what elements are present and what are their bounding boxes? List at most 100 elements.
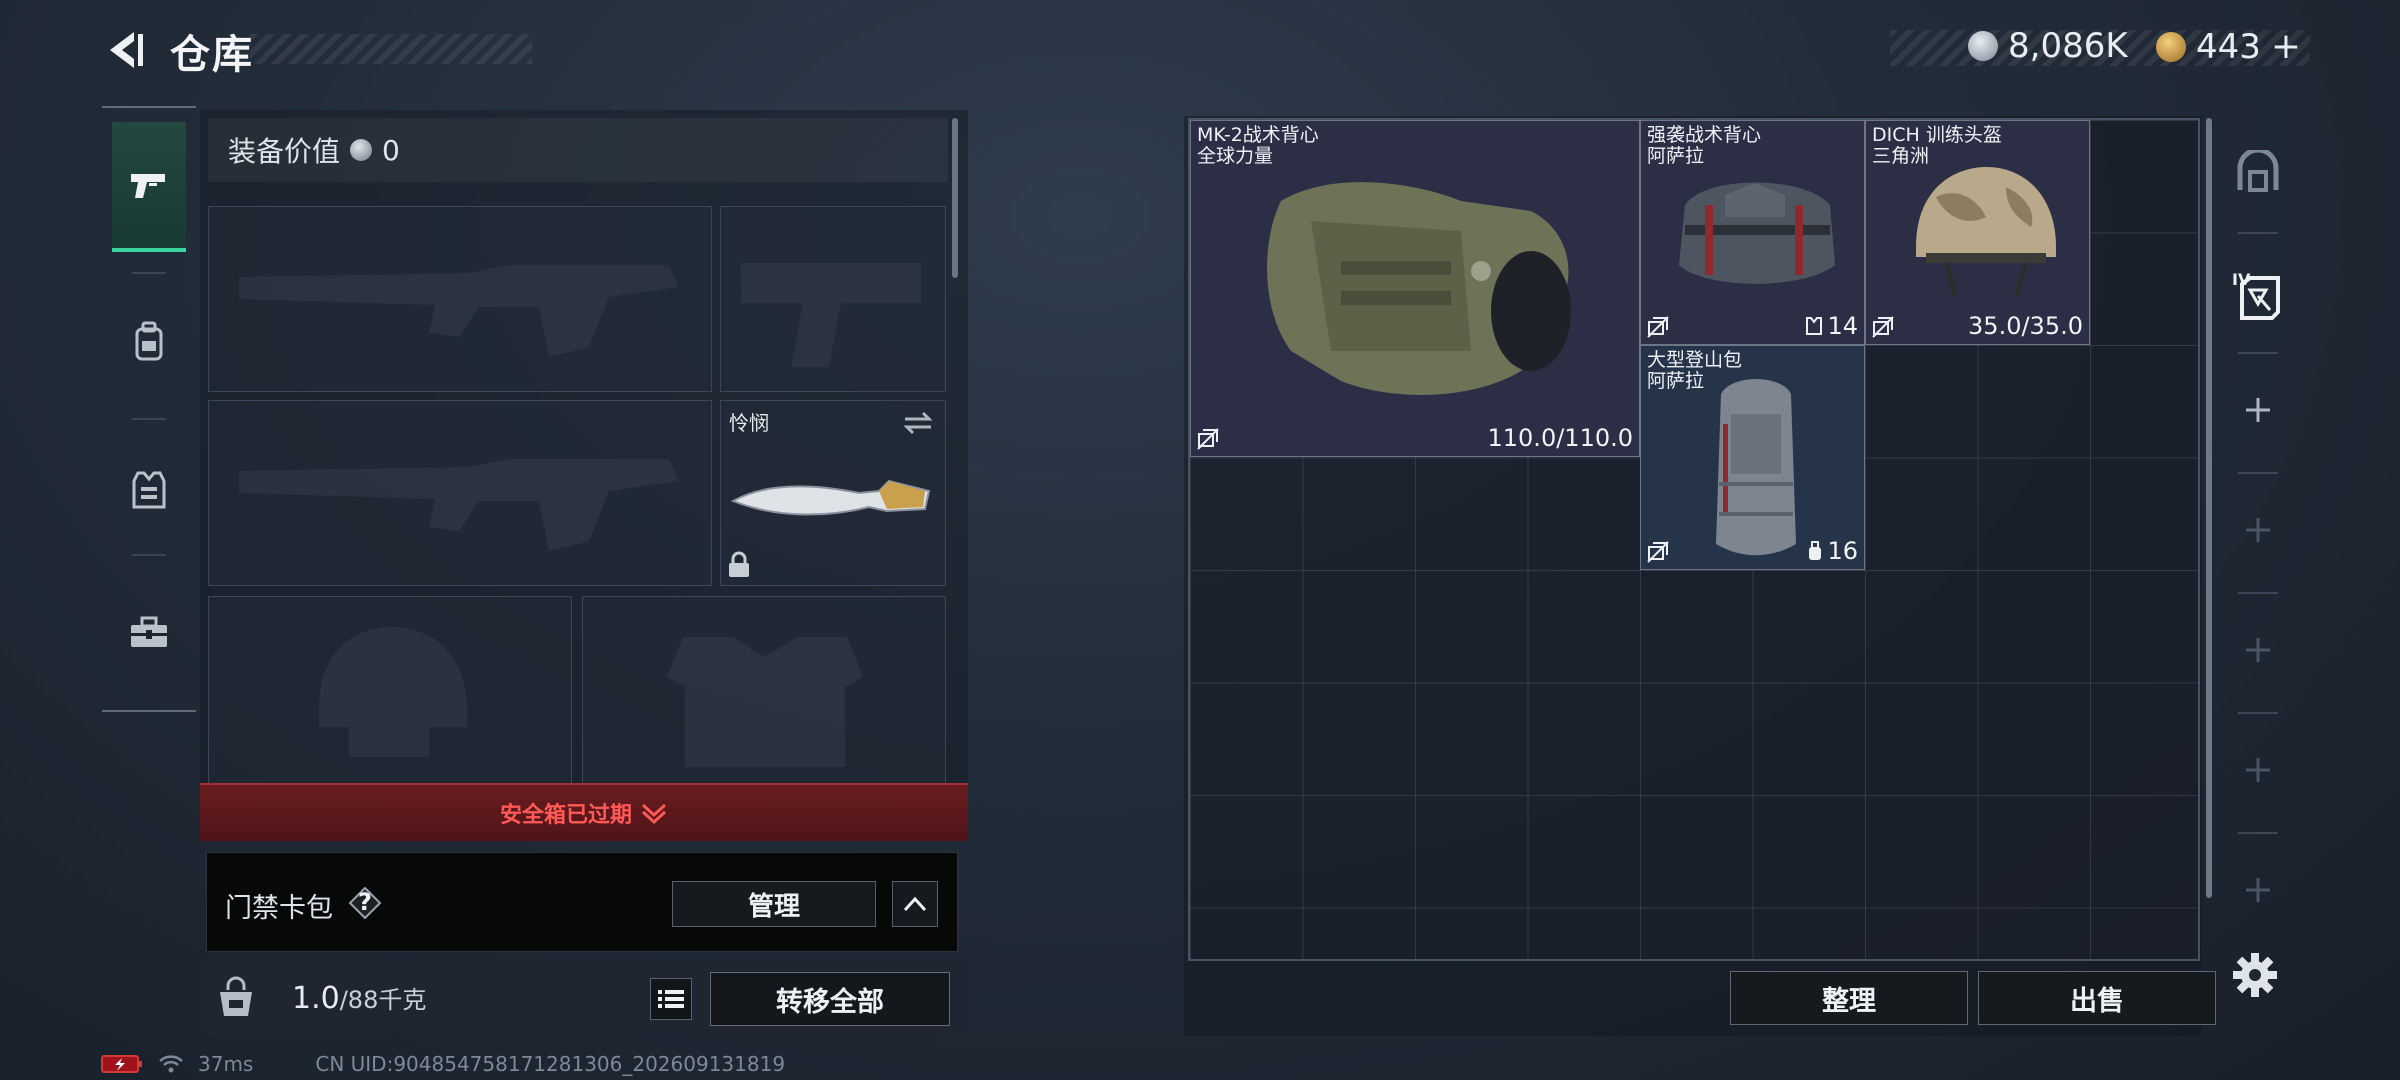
item-brand: 全球力量 bbox=[1197, 145, 1274, 167]
gold-currency-amount: 443 bbox=[2196, 26, 2261, 67]
backpack-icon bbox=[135, 321, 163, 361]
ping-value: 37ms bbox=[198, 1052, 254, 1076]
equipment-value-amount: 0 bbox=[382, 133, 400, 167]
pistol-silhouette-icon bbox=[741, 263, 921, 367]
storage-scrollbar[interactable] bbox=[2206, 118, 2212, 898]
weight-max: /88千克 bbox=[339, 986, 427, 1014]
swap-icon[interactable] bbox=[901, 409, 935, 437]
pistol-icon bbox=[131, 174, 165, 198]
settings-gear-icon[interactable] bbox=[2232, 952, 2278, 998]
safebox-expired-banner[interactable]: 安全箱已过期 bbox=[200, 783, 968, 841]
title-decoration bbox=[250, 34, 532, 64]
help-icon[interactable]: ? bbox=[348, 886, 382, 920]
add-container-icon[interactable] bbox=[2242, 514, 2274, 546]
tab-supplies[interactable] bbox=[112, 568, 186, 698]
sort-button[interactable]: 整理 bbox=[1730, 971, 1968, 1025]
storage-item[interactable]: DICH 训练头盔 三角洲 35.0/35.0 bbox=[1865, 120, 2090, 345]
chevron-up-icon bbox=[903, 896, 927, 912]
weight-current: 1.0 bbox=[292, 981, 340, 1016]
chevron-down-icon bbox=[641, 803, 667, 825]
silver-currency: 8,086K bbox=[1968, 26, 2128, 66]
storage-box-icon bbox=[2240, 276, 2280, 320]
status-bar: 37ms CN UID:904854758171281306_202609131… bbox=[100, 1052, 785, 1076]
item-brand: 三角洲 bbox=[1872, 145, 1930, 167]
container-level-tab[interactable]: IV bbox=[2232, 270, 2284, 320]
helmet-image bbox=[1916, 167, 2056, 298]
silver-currency-amount: 8,086K bbox=[2008, 26, 2128, 66]
helmet-slot[interactable] bbox=[208, 596, 572, 786]
equipment-value-label: 装备价值 bbox=[228, 135, 341, 168]
back-arrow-icon bbox=[110, 32, 143, 68]
add-container-icon[interactable] bbox=[2242, 634, 2274, 666]
storage-item[interactable]: 强袭战术背心 阿萨拉 14 bbox=[1640, 120, 1865, 345]
item-name: 大型登山包 bbox=[1647, 349, 1743, 371]
item-capacity: 16 bbox=[1827, 537, 1858, 565]
vault-icon[interactable] bbox=[2236, 150, 2280, 194]
no-trade-icon bbox=[1647, 541, 1669, 563]
no-trade-icon bbox=[1197, 428, 1219, 450]
loadout-scrollbar[interactable] bbox=[952, 118, 958, 278]
item-brand: 阿萨拉 bbox=[1647, 145, 1705, 167]
weight-readout: 1.0/88千克 bbox=[292, 980, 426, 1016]
add-container-icon[interactable] bbox=[2242, 754, 2274, 786]
capacity-backpack-icon bbox=[1809, 541, 1822, 560]
item-durability: 35.0/35.0 bbox=[1968, 312, 2083, 340]
gold-currency: 443 + bbox=[2156, 26, 2301, 67]
no-trade-icon bbox=[1647, 316, 1669, 338]
tab-backpack[interactable] bbox=[112, 276, 186, 406]
equipment-value-row: 装备价值 0 bbox=[208, 118, 948, 182]
weight-icon bbox=[216, 976, 256, 1018]
item-capacity: 14 bbox=[1827, 312, 1858, 340]
knife-icon bbox=[730, 479, 931, 516]
vest-icon bbox=[132, 471, 166, 509]
melee-slot[interactable]: 怜悯 bbox=[720, 400, 946, 586]
collapse-button[interactable] bbox=[892, 881, 938, 927]
category-tabs bbox=[102, 106, 196, 712]
storage-grid[interactable]: MK-2战术背心 全球力量 110.0/110.0 强袭战术背心 阿萨拉 14 … bbox=[1188, 118, 2200, 961]
storage-item[interactable]: 大型登山包 阿萨拉 16 bbox=[1640, 345, 1865, 570]
secondary-weapon-slot[interactable] bbox=[208, 400, 712, 586]
tab-weapons[interactable] bbox=[112, 122, 186, 252]
transfer-all-button[interactable]: 转移全部 bbox=[710, 972, 950, 1026]
item-name: MK-2战术背心 bbox=[1197, 124, 1319, 146]
rifle-silhouette-icon bbox=[239, 459, 679, 551]
capacity-vest-icon bbox=[1806, 317, 1823, 335]
lock-icon bbox=[729, 551, 749, 577]
no-trade-icon bbox=[1872, 316, 1894, 338]
item-name: 强袭战术背心 bbox=[1647, 124, 1762, 146]
user-uid: CN UID:904854758171281306_202609131819 bbox=[315, 1052, 786, 1076]
primary-weapon-slot[interactable] bbox=[208, 206, 712, 392]
armor-slot[interactable] bbox=[582, 596, 946, 786]
silver-coin-icon bbox=[350, 139, 373, 161]
backpack-image bbox=[1716, 379, 1796, 556]
sidearm-slot[interactable] bbox=[720, 206, 946, 392]
tab-vest[interactable] bbox=[112, 424, 186, 554]
battery-icon bbox=[101, 1055, 142, 1073]
sell-button[interactable]: 出售 bbox=[1978, 971, 2216, 1025]
back-button[interactable] bbox=[100, 26, 148, 74]
storage-item[interactable]: MK-2战术背心 全球力量 110.0/110.0 bbox=[1190, 120, 1640, 457]
toolbox-icon bbox=[131, 616, 167, 647]
item-brand: 阿萨拉 bbox=[1647, 370, 1705, 392]
keycard-wallet-label: 门禁卡包 bbox=[225, 893, 333, 924]
container-rail: IV bbox=[2220, 112, 2294, 942]
wifi-icon bbox=[159, 1055, 183, 1073]
assault-vest-image bbox=[1679, 182, 1835, 284]
melee-item-name: 怜悯 bbox=[729, 411, 769, 435]
help-symbol: ? bbox=[358, 888, 372, 916]
item-name: DICH 训练头盔 bbox=[1872, 124, 2002, 146]
helmet-silhouette-icon bbox=[319, 627, 467, 757]
silver-coin-icon bbox=[1968, 31, 1998, 61]
add-currency-button[interactable]: + bbox=[2271, 26, 2301, 67]
manage-button[interactable]: 管理 bbox=[672, 881, 876, 927]
list-view-button[interactable] bbox=[650, 978, 692, 1020]
vest-silhouette-icon bbox=[667, 637, 863, 767]
item-durability: 110.0/110.0 bbox=[1487, 424, 1634, 452]
rifle-silhouette-icon bbox=[239, 265, 679, 357]
tactical-vest-image bbox=[1267, 182, 1571, 395]
add-container-icon[interactable] bbox=[2242, 874, 2274, 906]
list-icon bbox=[658, 990, 684, 1008]
safebox-status-text: 安全箱已过期 bbox=[499, 803, 632, 828]
add-container-icon[interactable] bbox=[2242, 394, 2274, 426]
page-title: 仓库 bbox=[170, 32, 254, 78]
